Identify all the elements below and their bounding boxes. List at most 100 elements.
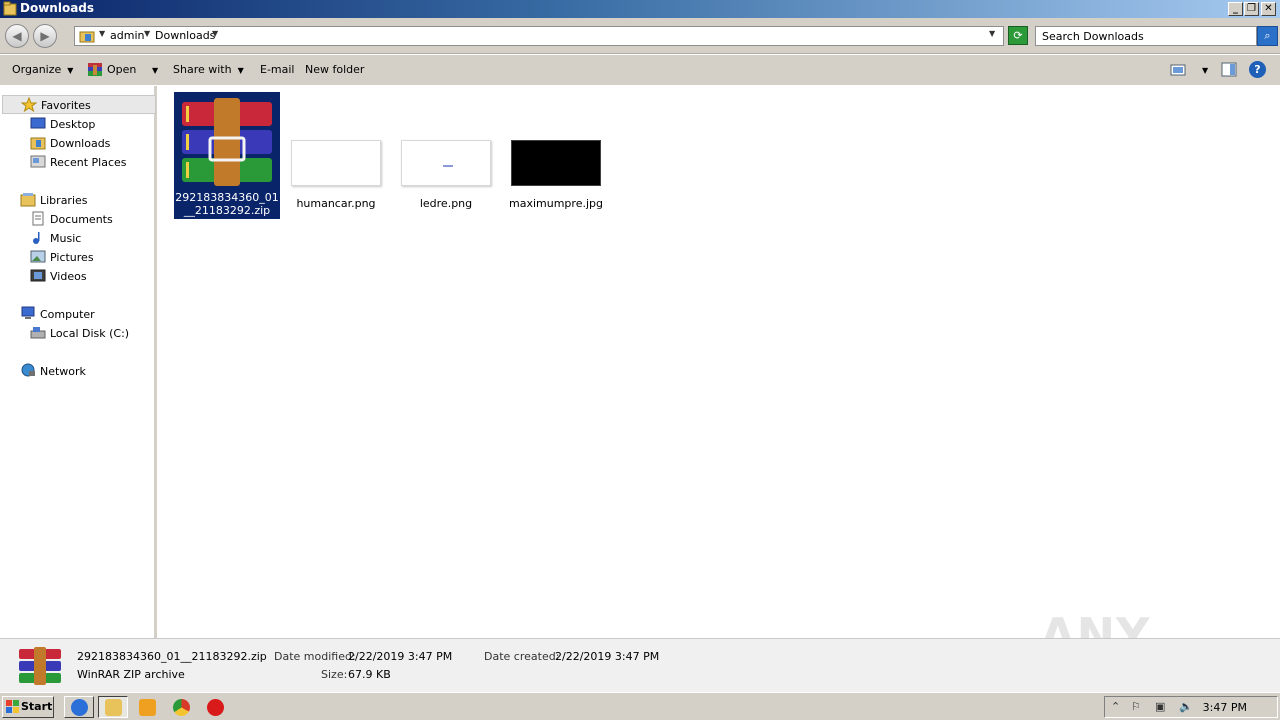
restore-button[interactable]: ❐ <box>1244 2 1259 16</box>
taskbar-chrome[interactable] <box>166 696 196 718</box>
documents-icon <box>32 211 44 226</box>
file-item-ledre[interactable]: ledre.png <box>393 92 499 212</box>
file-item-maximumpre[interactable]: maximumpre.jpg <box>503 92 609 212</box>
share-with-label: Share with <box>173 63 232 76</box>
nav-label: Recent Places <box>50 156 127 169</box>
nav-item-favorites[interactable]: Favorites <box>2 95 156 114</box>
refresh-button[interactable]: ⟳ <box>1008 26 1028 45</box>
folder-icon <box>3 1 17 16</box>
address-history-dropdown[interactable]: ▼ <box>989 29 995 38</box>
taskbar: Start ⌃ ⚐ ▣ 🔈 3:47 PM <box>0 692 1280 720</box>
chevron-down-icon: ▼ <box>237 66 244 75</box>
start-label: Start <box>21 700 53 713</box>
star-icon <box>21 97 37 112</box>
nav-item-desktop[interactable]: Desktop <box>30 115 150 134</box>
nav-item-libraries[interactable]: Libraries <box>20 191 150 210</box>
nav-label: Network <box>40 365 86 378</box>
help-icon[interactable]: ? <box>1249 61 1266 78</box>
show-hidden-icons-icon[interactable]: ⌃ <box>1111 700 1120 713</box>
image-thumbnail <box>511 140 601 186</box>
preview-pane-icon[interactable] <box>1221 62 1237 77</box>
new-folder-button[interactable]: New folder <box>305 63 364 76</box>
file-name: humancar.png <box>296 197 376 210</box>
share-with-button[interactable]: Share with ▼ <box>173 63 244 76</box>
details-filetype: WinRAR ZIP archive <box>77 668 185 681</box>
details-filename: 292183834360_01__21183292.zip <box>77 650 267 663</box>
address-bar-row: ◀ ▶ ▼ admin ▼ Downloads ▼ ▼ ⟳ Search Dow… <box>0 18 1280 54</box>
file-item-humancar[interactable]: humancar.png <box>283 92 389 212</box>
view-options-icon[interactable] <box>1170 62 1186 77</box>
start-button[interactable]: Start <box>2 696 54 718</box>
taskbar-ie[interactable] <box>64 696 94 718</box>
nav-item-network[interactable]: Network <box>20 362 150 381</box>
internet-explorer-icon <box>71 699 88 716</box>
recent-places-icon <box>30 155 46 168</box>
nav-item-local-disk[interactable]: Local Disk (C:) <box>30 324 150 343</box>
search-input[interactable]: Search Downloads <box>1035 26 1257 46</box>
open-button[interactable]: Open <box>107 63 136 76</box>
view-dropdown[interactable]: ▼ <box>1196 63 1208 76</box>
chevron-down-icon: ▼ <box>67 66 74 75</box>
date-modified-value: 2/22/2019 3:47 PM <box>348 650 453 663</box>
title-bar: Downloads _ ❐ ✕ <box>0 0 1280 18</box>
nav-item-downloads[interactable]: Downloads <box>30 134 150 153</box>
file-list: 292183834360_01 __21183292.zip humancar.… <box>160 86 1280 638</box>
nav-label: Local Disk (C:) <box>50 327 130 340</box>
nav-label: Videos <box>50 270 87 283</box>
nav-item-music[interactable]: Music <box>30 229 150 248</box>
nav-item-documents[interactable]: Documents <box>30 210 150 229</box>
music-icon <box>33 232 40 244</box>
organize-label: Organize <box>12 63 62 76</box>
winrar-icon <box>88 63 102 76</box>
nav-label: Downloads <box>50 137 111 150</box>
nav-label: Libraries <box>40 194 88 207</box>
file-item-zip[interactable]: 292183834360_01 __21183292.zip <box>174 92 280 219</box>
nav-label: Computer <box>40 308 95 321</box>
chevron-down-icon[interactable]: ▼ <box>212 29 218 38</box>
close-button[interactable]: ✕ <box>1261 2 1276 16</box>
back-button[interactable]: ◀ <box>5 24 29 48</box>
clock[interactable]: 3:47 PM <box>1203 701 1247 714</box>
date-created-value: 2/22/2019 3:47 PM <box>555 650 660 663</box>
desktop-icon <box>30 117 46 129</box>
winrar-archive-icon <box>19 647 61 685</box>
stop-icon <box>207 699 224 716</box>
details-pane: 292183834360_01__21183292.zip WinRAR ZIP… <box>0 638 1280 692</box>
window-title: Downloads <box>20 1 95 15</box>
chevron-down-icon[interactable]: ▼ <box>99 29 105 38</box>
nav-item-recent-places[interactable]: Recent Places <box>30 153 150 172</box>
forward-button[interactable]: ▶ <box>33 24 57 48</box>
media-player-icon <box>139 699 156 716</box>
chevron-down-icon[interactable]: ▼ <box>144 29 150 38</box>
nav-item-videos[interactable]: Videos <box>30 267 150 286</box>
image-thumbnail <box>291 140 381 186</box>
action-center-flag-icon[interactable]: ⚐ <box>1131 700 1141 713</box>
taskbar-stop-app[interactable] <box>200 696 230 718</box>
breadcrumb-admin[interactable]: admin <box>110 29 144 42</box>
taskbar-explorer[interactable] <box>98 696 128 718</box>
image-thumbnail <box>401 140 491 186</box>
videos-icon <box>30 269 46 282</box>
organize-button[interactable]: Organize ▼ <box>12 63 73 76</box>
breadcrumb-downloads[interactable]: Downloads <box>155 29 215 42</box>
computer-icon <box>21 306 35 319</box>
nav-item-pictures[interactable]: Pictures <box>30 248 150 267</box>
volume-icon[interactable]: 🔈 <box>1179 700 1193 713</box>
search-icon[interactable]: ⌕ <box>1257 26 1278 46</box>
libraries-icon <box>20 193 36 207</box>
size-label: Size: <box>321 668 348 681</box>
nav-item-computer[interactable]: Computer <box>20 305 150 324</box>
open-dropdown[interactable]: ▼ <box>146 63 158 76</box>
address-field[interactable]: ▼ admin ▼ Downloads ▼ ▼ <box>74 26 1004 46</box>
nav-label: Desktop <box>50 118 96 131</box>
taskbar-media-player[interactable] <box>132 696 162 718</box>
file-name: __21183292.zip <box>183 204 271 217</box>
network-status-icon[interactable]: ▣ <box>1155 700 1165 713</box>
nav-label: Documents <box>50 213 113 226</box>
nav-label: Favorites <box>41 99 91 112</box>
thumbnail-detail <box>443 165 453 167</box>
chevron-down-icon: ▼ <box>1202 66 1209 75</box>
command-bar: Organize ▼ Open ▼ Share with ▼ E-mail New … <box>0 55 1280 85</box>
email-button[interactable]: E-mail <box>260 63 295 76</box>
minimize-button[interactable]: _ <box>1228 2 1243 16</box>
